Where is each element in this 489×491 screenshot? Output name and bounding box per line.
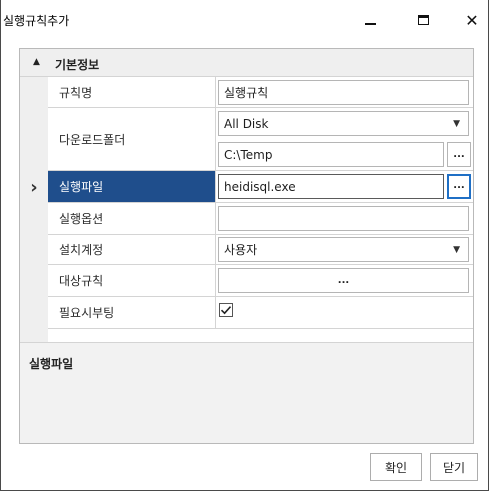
- folder-path-input[interactable]: C:\Temp: [218, 142, 444, 167]
- property-label-rule-name[interactable]: 규칙명: [48, 77, 216, 108]
- property-value-exec-options: [216, 203, 473, 235]
- ellipsis-icon: ...: [337, 275, 350, 286]
- rule-name-value: 실행규칙: [224, 86, 269, 100]
- drive-select-value: All Disk: [224, 116, 269, 131]
- rule-name-input[interactable]: 실행규칙: [218, 80, 469, 105]
- download-folder-label: 다운로드폴더: [59, 132, 126, 147]
- description-panel: 실행파일: [20, 342, 473, 443]
- window-title: 실행규칙추가: [3, 14, 70, 28]
- row-indicator-column: [20, 77, 48, 342]
- drive-select[interactable]: All Disk ▼: [218, 111, 469, 136]
- title-bar[interactable]: 실행규칙추가 ✕: [1, 0, 488, 40]
- description-title: 실행파일: [29, 357, 74, 371]
- current-row-pointer-icon: ›: [20, 171, 48, 203]
- install-account-select[interactable]: 사용자 ▼: [218, 237, 469, 262]
- group-title: 기본정보: [55, 58, 100, 72]
- property-value-install-account: 사용자 ▼: [216, 235, 473, 265]
- close-button[interactable]: ✕: [455, 8, 489, 32]
- chevron-down-icon[interactable]: ▼: [453, 119, 460, 129]
- property-label-exec-options[interactable]: 실행옵션: [48, 203, 216, 235]
- property-value-reboot-required: [216, 297, 473, 329]
- close-dialog-button[interactable]: 닫기: [430, 453, 478, 481]
- target-rule-button[interactable]: ...: [218, 268, 469, 293]
- ellipsis-icon: ...: [453, 180, 465, 191]
- reboot-required-checkbox[interactable]: [219, 303, 233, 317]
- browse-exec-file-button[interactable]: ...: [447, 174, 471, 199]
- ellipsis-icon: ...: [453, 149, 465, 160]
- property-label-target-rule[interactable]: 대상규칙: [48, 265, 216, 297]
- maximize-icon: [417, 15, 429, 25]
- group-header-basic-info[interactable]: ▲ 기본정보: [20, 49, 473, 77]
- reboot-required-label: 필요시부팅: [59, 306, 115, 320]
- target-rule-label: 대상규칙: [59, 274, 104, 288]
- rule-name-label: 규칙명: [59, 85, 93, 100]
- install-account-value: 사용자: [224, 243, 258, 257]
- minimize-button[interactable]: [353, 8, 387, 32]
- maximize-button[interactable]: [406, 8, 440, 32]
- dialog-window: 실행규칙추가 ✕ ▲ 기본정보 › 규칙명 실행규칙 다운로드폴더 All Di…: [0, 0, 489, 491]
- row-pointer-glyph: ›: [30, 176, 38, 198]
- browse-folder-button[interactable]: ...: [447, 142, 471, 167]
- install-account-label: 설치계정: [59, 243, 104, 257]
- property-value-rule-name: 실행규칙: [216, 77, 473, 108]
- exec-file-value: heidisql.exe: [224, 179, 296, 194]
- property-label-exec-file[interactable]: 실행파일: [48, 171, 216, 203]
- property-grid: ▲ 기본정보 › 규칙명 실행규칙 다운로드폴더 All Disk ▼ C:\T…: [19, 48, 474, 444]
- close-icon: ✕: [465, 10, 479, 30]
- property-label-reboot-required[interactable]: 필요시부팅: [48, 297, 216, 329]
- folder-path-value: C:\Temp: [224, 147, 273, 162]
- exec-options-input[interactable]: [218, 206, 469, 231]
- exec-options-label: 실행옵션: [59, 212, 104, 226]
- property-value-target-rule: ...: [216, 265, 473, 297]
- chevron-down-icon[interactable]: ▼: [453, 245, 460, 255]
- collapse-arrow-icon[interactable]: ▲: [33, 57, 40, 67]
- property-label-download-folder[interactable]: 다운로드폴더: [48, 108, 216, 171]
- property-value-download-folder: All Disk ▼ C:\Temp ...: [216, 108, 473, 171]
- property-value-exec-file: heidisql.exe ...: [216, 171, 473, 203]
- ok-button[interactable]: 확인: [370, 453, 422, 481]
- exec-file-input[interactable]: heidisql.exe: [218, 174, 444, 199]
- property-label-install-account[interactable]: 설치계정: [48, 235, 216, 265]
- minimize-icon: [364, 23, 376, 25]
- exec-file-label: 실행파일: [59, 180, 104, 194]
